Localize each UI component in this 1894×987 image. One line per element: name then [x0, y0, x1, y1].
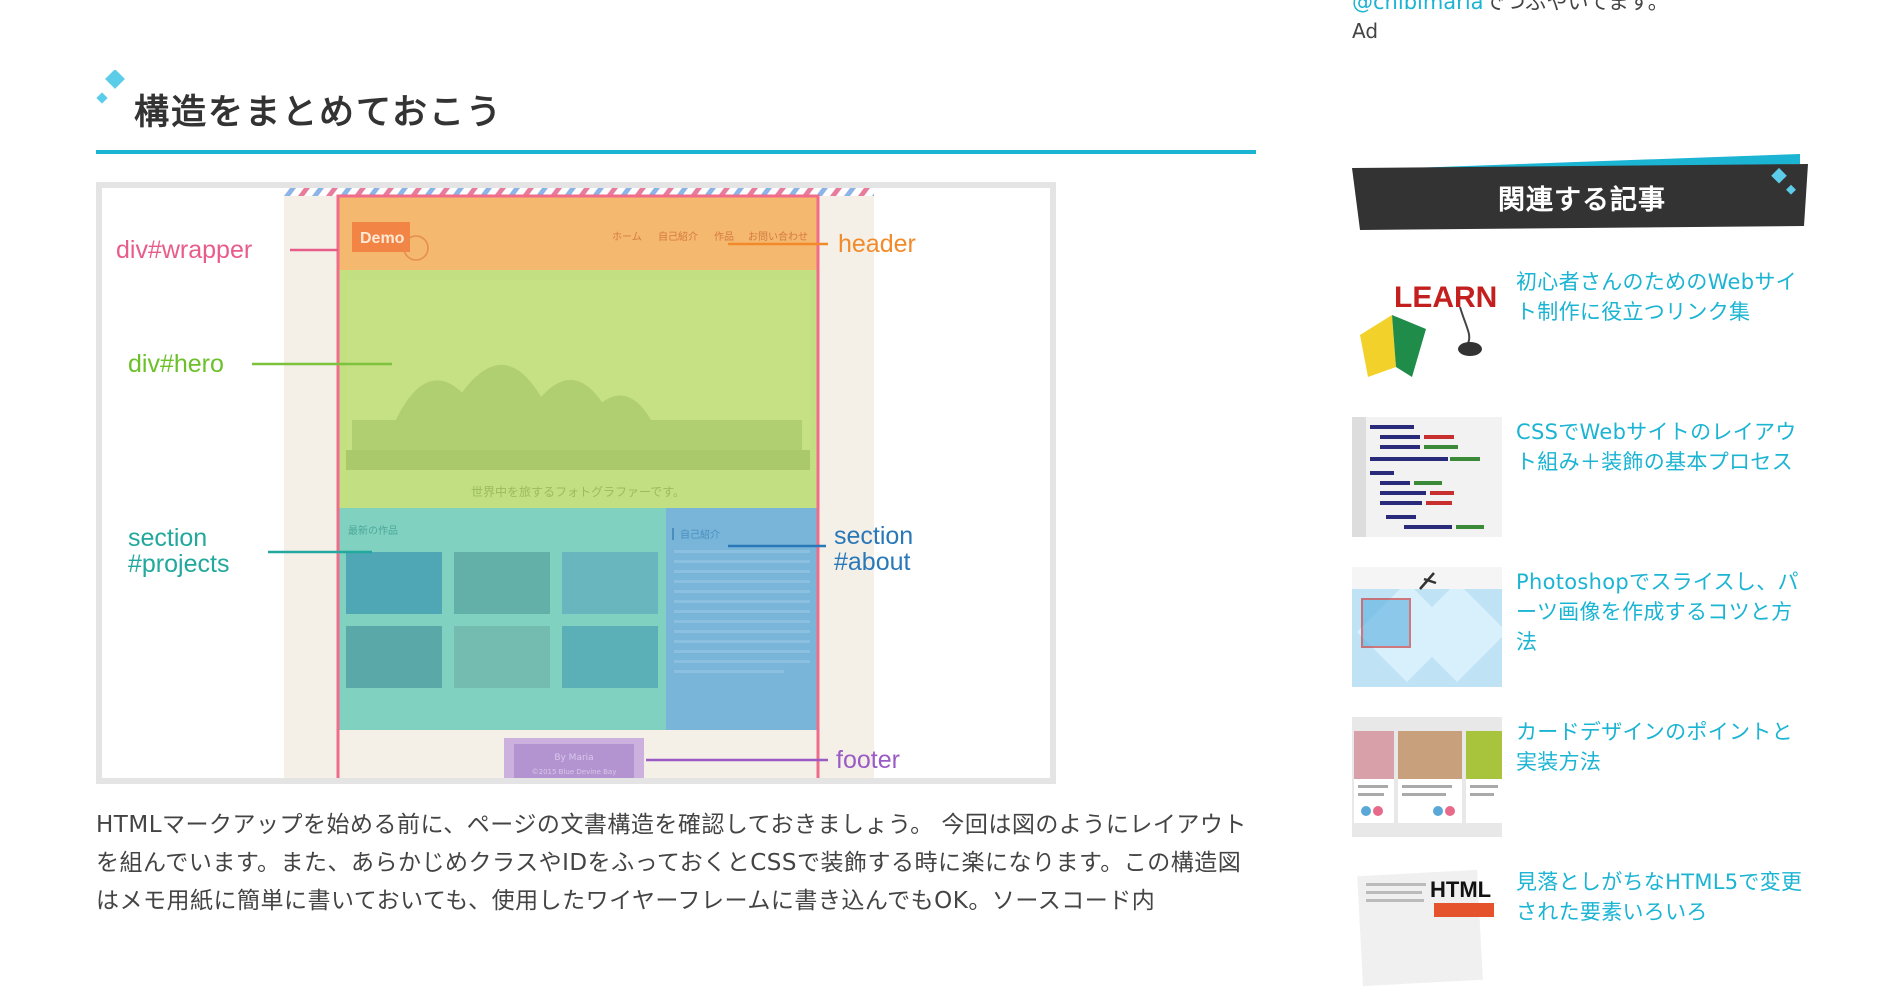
heading-diamond-icon: [96, 70, 125, 104]
related-article-2[interactable]: CSSでWebサイトのレイアウト組み＋装飾の基本プロセス: [1352, 417, 1812, 537]
related-article-4[interactable]: カードデザインのポイントと実装方法: [1352, 717, 1812, 837]
footer-label: footer: [836, 746, 900, 774]
photoshop-slice-icon[interactable]: [1352, 567, 1502, 687]
mock-logo: Demo: [360, 230, 405, 247]
about-title: 自己紹介: [680, 528, 720, 541]
projects-label-line2: #projects: [128, 550, 229, 578]
footer-line2: ©2015 Blue Devine Bay: [532, 768, 617, 776]
related-article-title[interactable]: カードデザインのポイントと実装方法: [1516, 717, 1806, 777]
related-article-title[interactable]: Photoshopでスライスし、パーツ画像を作成するコツと方法: [1516, 567, 1806, 657]
svg-text:お問い合わせ: お問い合わせ: [748, 230, 808, 243]
footer-line1: By Maria: [554, 753, 593, 763]
about-label-line1: section: [834, 522, 913, 550]
about-label-line2: #about: [834, 548, 911, 576]
structure-figure: Demo ホーム 自己紹介 作品 お問い合わせ 世界中を旅するフォトグラファーで…: [96, 182, 1056, 784]
related-article-3[interactable]: Photoshopでスライスし、パーツ画像を作成するコツと方法: [1352, 567, 1812, 687]
about-area: [666, 508, 818, 730]
hero-label: div#hero: [128, 350, 224, 378]
projects-label-line1: section: [128, 524, 207, 552]
twitter-line: @chibimariaでつぶやいてます。: [1352, 0, 1669, 16]
twitter-line-tail: でつぶやいてます。: [1483, 0, 1669, 14]
ad-label: Ad: [1352, 19, 1379, 43]
section-heading: 構造をまとめておこう: [96, 70, 1256, 154]
wrapper-label: div#wrapper: [116, 236, 252, 264]
html-thumb-text: HTML: [1430, 877, 1491, 902]
related-article-5[interactable]: HTML 見落としがちなHTML5で変更された要素いろいろ: [1352, 867, 1812, 987]
related-title: 関連する記事: [1498, 185, 1666, 216]
html5-icon[interactable]: HTML: [1352, 867, 1502, 987]
learn-icon[interactable]: LEARN: [1352, 267, 1502, 387]
twitter-link[interactable]: @chibimaria: [1352, 0, 1484, 14]
svg-text:作品: 作品: [714, 231, 734, 243]
projects-area: [338, 508, 666, 730]
related-article-1[interactable]: LEARN 初心者さんのためのWebサイト制作に役立つリンク集: [1352, 267, 1812, 387]
related-article-title[interactable]: 見落としがちなHTML5で変更された要素いろいろ: [1516, 867, 1806, 927]
main-content: 構造をまとめておこう Demo ホーム 自己紹介 作品 お問い合わせ 世界中を旅…: [96, 0, 1256, 914]
section-heading-text: 構造をまとめておこう: [134, 93, 503, 133]
header-label: header: [838, 230, 916, 258]
learn-thumb-text: LEARN: [1394, 281, 1497, 314]
svg-text:ホーム: ホーム: [612, 231, 642, 243]
hero-caption: 世界中を旅するフォトグラファーです。: [471, 484, 685, 499]
svg-text:自己紹介: 自己紹介: [658, 230, 698, 243]
related-article-title[interactable]: 初心者さんのためのWebサイト制作に役立つリンク集: [1516, 267, 1806, 327]
projects-title: 最新の作品: [348, 524, 398, 537]
body-paragraph: HTMLマークアップを始める前に、ページの文書構造を確認しておきましょう。 今回…: [96, 812, 1247, 914]
hero-water: [346, 450, 810, 470]
card-design-icon[interactable]: [1352, 717, 1502, 837]
sidebar: @chibimariaでつぶやいてます。 Ad 関連する記事 LEARN 初心者…: [1352, 0, 1812, 987]
related-article-title[interactable]: CSSでWebサイトのレイアウト組み＋装飾の基本プロセス: [1516, 417, 1806, 477]
structure-diagram-svg: Demo ホーム 自己紹介 作品 お問い合わせ 世界中を旅するフォトグラファーで…: [116, 188, 916, 778]
css-code-icon[interactable]: [1352, 417, 1502, 537]
structure-diagram: Demo ホーム 自己紹介 作品 お問い合わせ 世界中を旅するフォトグラファーで…: [102, 188, 1050, 778]
